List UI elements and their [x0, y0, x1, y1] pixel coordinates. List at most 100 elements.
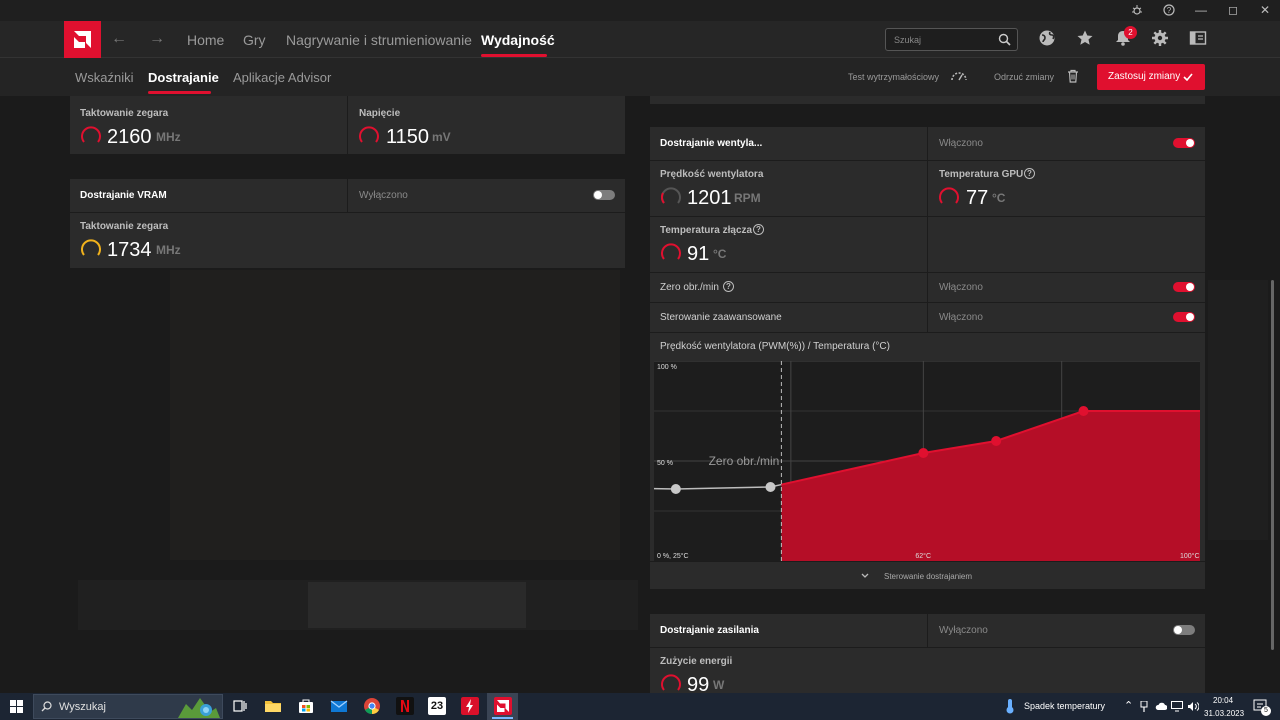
zero-rpm-chart-label: Zero obr./min: [709, 454, 780, 468]
power-toggle[interactable]: [1173, 625, 1195, 635]
x-tick-label: 0 %, 25°C: [657, 552, 689, 560]
clock-time[interactable]: 20:04: [1213, 696, 1233, 705]
chevron-down-icon[interactable]: [861, 573, 869, 579]
amd-software-icon[interactable]: [494, 697, 512, 715]
chrome-icon[interactable]: [363, 697, 381, 715]
gpu-temp-label: Temperatura GPU: [939, 169, 1024, 180]
speedometer-icon[interactable]: [950, 69, 968, 81]
divider: [347, 96, 348, 154]
store-icon[interactable]: [297, 697, 315, 715]
maximize-button[interactable]: ◻: [1217, 0, 1249, 21]
bolt-app-icon[interactable]: [461, 697, 479, 715]
minimize-button[interactable]: —: [1185, 0, 1217, 21]
taskbar-search[interactable]: Wyszukaj: [33, 694, 223, 719]
vram-tuning-card: Dostrajanie VRAM Wyłączono Taktowanie ze…: [70, 179, 625, 268]
task-view-icon[interactable]: [231, 697, 249, 715]
fan-toggle[interactable]: [1173, 138, 1195, 148]
trash-icon[interactable]: [1067, 69, 1079, 83]
top-navigation: ← → Home Gry Nagrywanie i strumieniowani…: [0, 21, 1280, 58]
gear-icon[interactable]: [1151, 29, 1173, 51]
x-tick-label: 62°C: [915, 552, 931, 560]
weather-text[interactable]: Spadek temperatury: [1024, 701, 1105, 711]
fan-speed-label: Prędkość wentylatora: [660, 169, 764, 180]
divider: [650, 561, 1205, 562]
tab-active-indicator: [148, 91, 211, 94]
fan-curve-chart[interactable]: Zero obr./min 100 % 50 % 0 %, 25°C 62°C 100°C: [653, 360, 1200, 561]
x-tick-label: 100°C: [1180, 552, 1200, 560]
stress-test-button[interactable]: Test wytrzymałościowy: [848, 72, 939, 82]
background-blur-panel: [1208, 280, 1268, 540]
search-box[interactable]: [885, 28, 1018, 51]
tab-metrics[interactable]: Wskaźniki: [75, 70, 134, 85]
background-blur-panel: [170, 270, 620, 560]
app-window: ? — ◻ ✕ ← → Home Gry Nagrywanie i strumi…: [0, 0, 1280, 720]
back-arrow-icon[interactable]: ←: [111, 30, 127, 48]
notification-count-badge: 5: [1261, 706, 1271, 716]
vram-clock-unit: MHz: [156, 243, 181, 257]
globe-icon[interactable]: [1038, 29, 1060, 51]
cloud-icon[interactable]: [1155, 702, 1167, 711]
notification-badge: 2: [1124, 26, 1137, 39]
vram-clock-value: 1734: [107, 239, 152, 261]
tuning-control-toggle[interactable]: Sterowanie dostrajaniem: [884, 572, 972, 581]
advanced-control-state: Włączono: [939, 312, 983, 323]
apply-changes-button[interactable]: Zastosuj zmiany: [1097, 64, 1205, 90]
fan-curve-title: Prędkość wentylatora (PWM(%)) / Temperat…: [660, 341, 890, 352]
layout-panel-icon[interactable]: [1189, 29, 1211, 51]
file-explorer-icon[interactable]: [264, 697, 282, 715]
gpu-temp-help-icon[interactable]: ?: [1024, 168, 1035, 179]
search-input[interactable]: [894, 33, 994, 47]
power-tuning-card: Dostrajanie zasilania Wyłączono Zużycie …: [650, 614, 1205, 696]
fan-speed-value: 1201: [687, 187, 732, 209]
advanced-control-toggle[interactable]: [1173, 312, 1195, 322]
search-icon[interactable]: [998, 33, 1011, 46]
usb-icon[interactable]: [1139, 701, 1149, 712]
fan-curve-point[interactable]: [1078, 406, 1089, 416]
monitor-icon[interactable]: [1171, 701, 1183, 712]
fan-curve-point[interactable]: [991, 436, 1002, 446]
netflix-icon[interactable]: [396, 697, 414, 715]
close-button[interactable]: ✕: [1249, 0, 1280, 21]
voltage-gauge-icon: [359, 126, 379, 143]
star-icon[interactable]: [1076, 29, 1098, 51]
speaker-icon[interactable]: [1187, 701, 1199, 712]
fan-curve-svg[interactable]: Zero obr./min 100 % 50 % 0 %, 25°C 62°C 100°C: [653, 360, 1200, 561]
power-title: Dostrajanie zasilania: [660, 625, 759, 636]
vram-clock-label: Taktowanie zegara: [80, 221, 169, 232]
zero-rpm-toggle[interactable]: [1173, 282, 1195, 292]
nav-games[interactable]: Gry: [243, 32, 266, 48]
fan-state: Włączono: [939, 138, 983, 149]
tray-chevron-up-icon[interactable]: ⌃: [1124, 699, 1133, 712]
voltage-unit: mV: [432, 130, 451, 144]
help-icon[interactable]: ?: [1153, 0, 1185, 21]
thermometer-icon[interactable]: [1004, 698, 1016, 714]
gpu-temp-unit: °C: [992, 191, 1006, 205]
junction-temp-help-icon[interactable]: ?: [753, 224, 764, 235]
tab-advisor-apps[interactable]: Aplikacje Advisor: [233, 70, 331, 85]
windows-start-icon[interactable]: [10, 700, 23, 713]
checkmark-icon: [1183, 73, 1193, 81]
nav-home[interactable]: Home: [187, 32, 224, 48]
zero-rpm-help-icon[interactable]: ?: [723, 281, 734, 292]
nav-performance[interactable]: Wydajność: [481, 32, 555, 48]
divider: [927, 614, 928, 647]
fan-curve-point[interactable]: [765, 482, 776, 492]
mail-icon[interactable]: [330, 697, 348, 715]
fan-curve-point[interactable]: [670, 484, 681, 494]
nav-recording[interactable]: Nagrywanie i strumieniowanie: [286, 32, 472, 48]
divider: [650, 160, 1205, 161]
calendar-app-icon[interactable]: 23: [428, 697, 446, 715]
advanced-control-label: Sterowanie zaawansowane: [660, 312, 782, 323]
search-icon: [41, 701, 52, 712]
forward-arrow-icon[interactable]: →: [149, 30, 165, 48]
bug-report-icon[interactable]: [1121, 0, 1153, 21]
tab-tuning[interactable]: Dostrajanie: [148, 70, 219, 85]
fan-curve-point[interactable]: [918, 448, 929, 458]
discard-changes-button[interactable]: Odrzuć zmiany: [994, 72, 1054, 82]
vram-toggle[interactable]: [593, 190, 615, 200]
amd-logo[interactable]: [64, 21, 101, 58]
gpu-clock-gauge-icon: [81, 126, 101, 143]
clock-date[interactable]: 31.03.2023: [1204, 709, 1244, 718]
scrollbar-thumb[interactable]: [1271, 280, 1274, 650]
y-tick-label: 50 %: [657, 460, 673, 467]
